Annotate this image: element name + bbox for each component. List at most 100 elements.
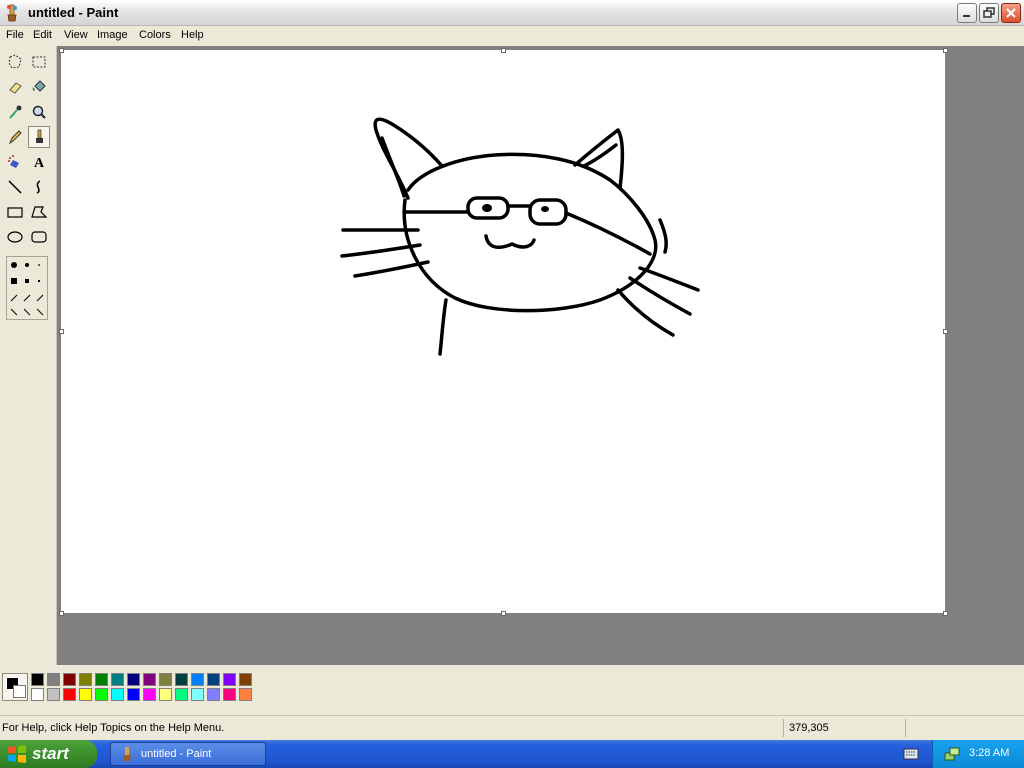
palette-swatch[interactable] [31,673,44,686]
palette-swatch[interactable] [239,688,252,701]
palette-swatch[interactable] [111,688,124,701]
eraser-icon [9,82,22,94]
rect-select-tool[interactable] [28,51,50,73]
menu-image[interactable]: Image [97,29,128,41]
fill-tool[interactable] [28,76,50,98]
palette-swatch[interactable] [175,673,188,686]
curve-icon [36,180,41,194]
palette-swatch[interactable] [191,688,204,701]
resize-handle-e[interactable] [943,329,948,334]
polygon-icon [31,206,47,218]
free-form-select-tool[interactable] [4,51,26,73]
eraser-tool[interactable] [4,76,26,98]
close-icon [1006,8,1016,18]
svg-text:A: A [34,156,45,170]
keyboard-icon[interactable] [903,747,919,761]
menu-colors[interactable]: Colors [139,29,171,41]
palette-swatch[interactable] [207,688,220,701]
resize-handle-n [501,48,506,53]
ellipse-tool[interactable] [4,226,26,248]
windows-flag-icon [8,745,26,763]
taskbar-item-label: untitled - Paint [141,748,212,760]
start-button[interactable]: start [0,740,97,768]
palette-swatch[interactable] [63,673,76,686]
palette-swatch[interactable] [95,673,108,686]
start-label: start [32,744,69,763]
airbrush-icon [8,155,19,168]
magnifier-icon [32,105,46,119]
palette-swatch[interactable] [159,688,172,701]
status-help-text: For Help, click Help Topics on the Help … [2,722,225,734]
rounded-rect-icon [31,231,47,243]
resize-handle-s[interactable] [501,611,506,616]
palette-swatch[interactable] [79,673,92,686]
palette-swatch[interactable] [95,688,108,701]
rounded-rect-tool[interactable] [28,226,50,248]
palette-swatch[interactable] [31,688,44,701]
line-tool[interactable] [4,176,26,198]
cat-drawing [340,117,700,356]
rectangle-tool[interactable] [4,201,26,223]
rect-select-icon [32,56,46,68]
palette-swatch[interactable] [47,688,60,701]
brush-size-options[interactable] [6,256,48,320]
palette-swatch[interactable] [143,688,156,701]
close-button[interactable] [1001,3,1021,23]
pencil-icon [8,130,22,145]
curve-tool[interactable] [28,176,50,198]
line-icon [8,180,22,194]
resize-handle-sw [59,611,64,616]
resize-handle-ne [943,48,948,53]
palette-swatch[interactable] [223,673,236,686]
network-icon[interactable] [943,745,961,763]
palette-swatch[interactable] [239,673,252,686]
taskbar-item-paint[interactable]: untitled - Paint [110,742,266,766]
palette-swatch[interactable] [127,673,140,686]
color-box [0,665,1024,715]
menu-bar: File Edit View Image Colors Help [0,26,1024,46]
polygon-tool[interactable] [28,201,50,223]
status-bar: For Help, click Help Topics on the Help … [0,715,1024,740]
menu-edit[interactable]: Edit [33,29,52,41]
magnifier-tool[interactable] [28,101,50,123]
eyedropper-icon [9,105,22,119]
window-title: untitled - Paint [28,5,119,20]
palette-swatch[interactable] [159,673,172,686]
resize-handle-w [59,329,64,334]
menu-help[interactable]: Help [181,29,204,41]
ellipse-icon [7,231,23,243]
palette-swatch[interactable] [79,688,92,701]
minimize-icon [963,15,970,17]
palette-swatch[interactable] [223,688,236,701]
current-colors[interactable] [2,673,28,701]
palette-swatch[interactable] [63,688,76,701]
work-area [57,46,1024,665]
pick-color-tool[interactable] [4,101,26,123]
palette-swatch[interactable] [47,673,60,686]
clock: 3:28 AM [969,747,1010,759]
system-tray: 3:28 AM [932,740,1024,768]
palette-swatch[interactable] [111,673,124,686]
taskbar: start untitled - Paint 3:28 AM [0,740,1024,768]
resize-handle-se[interactable] [943,611,948,616]
pencil-tool[interactable] [4,126,26,148]
palette-swatch[interactable] [191,673,204,686]
brush-tool[interactable] [28,126,50,148]
rectangle-icon [7,207,23,218]
resize-handle-nw [59,48,64,53]
restore-icon [983,7,995,18]
paint-app-icon[interactable] [4,4,20,22]
palette-swatch[interactable] [175,688,188,701]
title-bar[interactable]: untitled - Paint [0,0,1024,26]
menu-file[interactable]: File [6,29,24,41]
text-tool[interactable]: A [28,151,50,173]
brush-shape-icons [10,262,44,316]
restore-button[interactable] [979,3,999,23]
palette-swatch[interactable] [143,673,156,686]
minimize-button[interactable] [957,3,977,23]
menu-view[interactable]: View [64,29,88,41]
palette-swatch[interactable] [127,688,140,701]
airbrush-tool[interactable] [4,151,26,173]
drawing-canvas[interactable] [61,50,945,613]
palette-swatch[interactable] [207,673,220,686]
